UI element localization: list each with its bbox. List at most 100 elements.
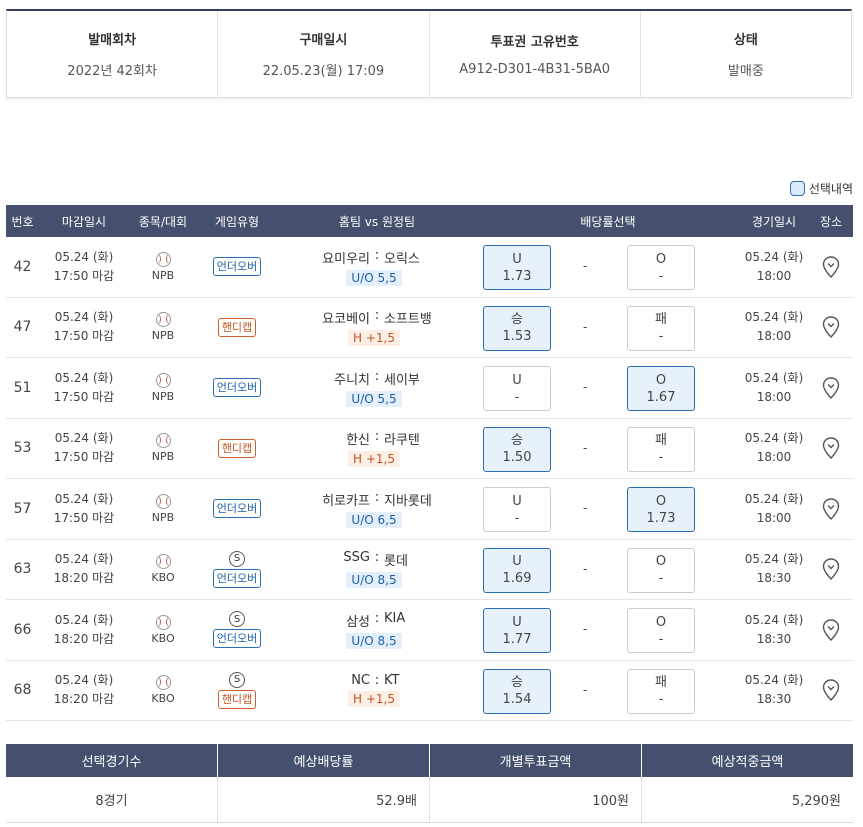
handicap-value: U/O 8,5 [346,632,402,649]
odds-right-button[interactable]: 패- [627,305,695,351]
summary-count-value: 8경기 [6,777,218,822]
row-place[interactable] [809,498,853,520]
team-separator: : [374,610,380,626]
row-game-time: 18:00 [756,450,792,465]
row-number: 53 [13,440,32,457]
odds-right-label: O [655,493,667,509]
odds-right-button[interactable]: O 1.67 [627,366,695,411]
summary-header-payout: 예상적중금액 [711,755,784,770]
odds-left-label: U [512,614,522,630]
games-table: 번호 마감일시 종목/대회 게임유형 홈팀 vs 원정팀 배당률선택 경기일시 … [6,205,853,721]
header-game-date: 경기일시 [751,214,797,229]
team-separator: : [374,368,380,384]
games-table-header: 번호 마감일시 종목/대회 게임유형 홈팀 vs 원정팀 배당률선택 경기일시 … [6,205,853,237]
row-deadline: 05.24 (화) 17:50 마감 [39,248,129,286]
row-game-day: 05.24 (화) [744,673,804,688]
odds-middle: - [583,682,588,697]
row-place[interactable] [809,619,853,641]
header-odds: 배당률선택 [580,214,636,229]
row-sport: NPB [129,493,197,524]
row-league: NPB [151,329,175,343]
away-team: 지바롯데 [384,493,432,509]
away-team: 라쿠텐 [384,433,420,449]
table-row: 53 05.24 (화) 17:50 마감 NPB 핸디캡 한신: 라쿠텐 H +1,5 승 1.… [6,419,853,479]
legend-label: 선택내역 [808,182,853,196]
row-game-date: 05.24 (화) 18:00 [739,490,809,528]
map-pin-icon[interactable] [822,498,840,520]
row-sport: KBO [129,554,197,584]
team-separator: : [374,247,380,263]
game-type-tag: 핸디캡 [217,438,257,458]
odds-left-button[interactable]: 승 1.50 [483,426,551,472]
game-type-tag: 언더오버 [212,257,262,277]
row-deadline-time: 18:20 마감 [53,631,115,646]
row-number: 47 [13,319,32,336]
map-pin-icon[interactable] [822,619,840,641]
home-team: 삼성 [346,614,370,630]
odds-right-button[interactable]: O- [627,245,695,290]
header-type: 게임유형 [214,214,260,229]
map-pin-icon[interactable] [822,558,840,581]
odds-right-button[interactable]: 패- [627,426,695,472]
special-s-icon: S [229,671,245,688]
row-league: KBO [151,571,175,585]
handicap-value: H +1,5 [348,691,400,708]
map-pin-icon[interactable] [822,316,840,339]
game-type-tag: 핸디캡 [217,317,257,337]
row-deadline-time: 17:50 마감 [53,268,115,283]
odds-left-value: 1.69 [502,571,532,586]
odds-left-button[interactable]: 승 1.53 [483,305,551,351]
info-status: 상태 발매중 [641,11,851,97]
info-ticket-value: A912-D301-4B31-5BA0 [459,62,610,77]
map-pin-icon[interactable] [822,437,840,460]
row-game-date: 05.24 (화) 18:00 [739,248,809,286]
odds-left-label: 승 [511,675,523,690]
row-place[interactable] [809,558,853,581]
odds-right-button[interactable]: 패- [627,668,695,714]
row-deadline: 05.24 (화) 17:50 마감 [39,369,129,407]
map-pin-icon[interactable] [822,679,840,702]
odds-left-button[interactable]: U- [483,487,551,532]
odds-left-button[interactable]: U 1.73 [483,245,551,290]
row-place[interactable] [809,437,853,460]
row-odds: U 1.69- O - [477,540,739,600]
row-deadline: 05.24 (화) 18:20 마감 [39,611,129,649]
map-pin-icon[interactable] [822,377,840,399]
handicap-value: H +1,5 [348,451,400,468]
away-team: 소프트뱅 [384,312,432,328]
row-league: NPB [151,510,175,524]
odds-left-label: 승 [511,433,523,448]
info-ticket-label: 투표권 고유번호 [490,35,579,50]
row-game-time: 18:30 [756,571,792,586]
header-no: 번호 [11,214,34,229]
row-deadline-date: 05.24 (화) [54,370,114,385]
baseball-icon [155,554,171,570]
row-odds: U - - O 1.73 [477,479,739,539]
odds-left-button[interactable]: U- [483,366,551,411]
odds-right-button[interactable]: O- [627,608,695,653]
map-pin-icon[interactable] [822,256,840,278]
row-league: NPB [151,268,175,282]
table-row: 68 05.24 (화) 18:20 마감 KBO S 핸디캡 NC: KT H +1,5 승 1.… [6,661,853,721]
row-game-type: S 핸디캡 [197,671,277,709]
odds-left-button[interactable]: U 1.69 [483,547,551,593]
odds-left-button[interactable]: 승 1.54 [483,668,551,714]
row-deadline-time: 17:50 마감 [53,389,115,404]
odds-right-button[interactable]: O- [627,547,695,593]
row-place[interactable] [809,316,853,339]
odds-right-label: O [655,614,667,630]
odds-left-button[interactable]: U 1.77 [483,608,551,653]
row-game-date: 05.24 (화) 18:00 [739,429,809,467]
odds-right-button[interactable]: O 1.73 [627,487,695,532]
row-game-type: 언더오버 [197,378,277,398]
row-deadline-time: 17:50 마감 [53,329,115,344]
row-place[interactable] [809,256,853,278]
row-odds: 승 1.50- 패 - [477,419,739,479]
row-league: NPB [151,389,175,403]
row-deadline: 05.24 (화) 18:20 마감 [39,671,129,709]
row-number: 63 [13,561,32,578]
row-odds: 승 1.54 - 패 - [477,661,739,721]
header-deadline: 마감일시 [61,214,107,229]
row-place[interactable] [809,377,853,399]
row-place[interactable] [809,679,853,702]
